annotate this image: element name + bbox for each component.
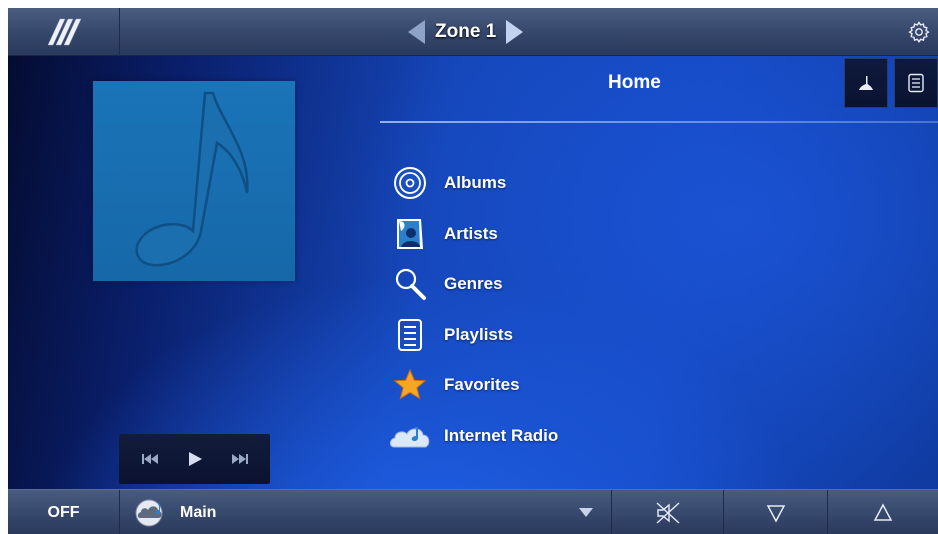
menu-item-internet-radio[interactable]: Internet Radio — [388, 411, 748, 462]
menu-label-internet-radio: Internet Radio — [444, 425, 559, 445]
queue-list-icon — [908, 73, 924, 93]
zone-selector: Zone 1 — [408, 8, 524, 56]
bottom-bar: OFF Main — [8, 489, 938, 534]
disc-icon — [388, 163, 432, 203]
source-selector[interactable]: Main — [120, 490, 612, 534]
browse-menu: Albums Artists Genres Playlists Favorite… — [388, 158, 748, 461]
menu-item-albums[interactable]: Albums — [388, 158, 748, 209]
album-art — [93, 81, 295, 281]
volume-down-button[interactable] — [724, 490, 828, 534]
volume-down-icon — [766, 504, 785, 523]
gear-icon — [908, 21, 930, 43]
mute-icon — [656, 501, 679, 524]
music-note-icon — [135, 91, 249, 267]
source-label: Main — [180, 503, 217, 521]
menu-item-artists[interactable]: Artists — [388, 209, 748, 260]
menu-label-favorites: Favorites — [444, 375, 520, 395]
star-icon — [388, 365, 432, 405]
app-window: Zone 1 Home Albums Artists Genres Playli… — [8, 8, 938, 534]
play-icon — [188, 452, 202, 466]
queue-button[interactable] — [894, 58, 938, 108]
mute-button[interactable] — [612, 490, 724, 534]
previous-icon — [141, 454, 158, 464]
menu-item-playlists[interactable]: Playlists — [388, 310, 748, 361]
menu-item-favorites[interactable]: Favorites — [388, 360, 748, 411]
artist-icon — [388, 214, 432, 254]
chevron-down-icon — [579, 508, 593, 517]
source-cloud-icon — [135, 499, 163, 526]
cloud-icon — [388, 416, 432, 456]
logo-button[interactable] — [8, 8, 120, 56]
next-icon — [231, 454, 248, 464]
now-playing-button[interactable] — [844, 58, 888, 108]
menu-label-albums: Albums — [444, 173, 507, 193]
menu-label-playlists: Playlists — [444, 324, 513, 344]
menu-label-artists: Artists — [444, 223, 498, 243]
menu-label-genres: Genres — [444, 274, 503, 294]
zone-label: Zone 1 — [435, 21, 497, 42]
previous-button[interactable] — [133, 444, 167, 474]
transport-controls — [119, 434, 270, 484]
volume-up-icon — [873, 502, 893, 521]
volume-up-button[interactable] — [828, 490, 938, 534]
triangle-left-icon[interactable] — [408, 20, 425, 44]
browser-title: Home — [608, 72, 661, 93]
menu-item-genres[interactable]: Genres — [388, 259, 748, 310]
settings-button[interactable] — [900, 12, 938, 52]
triangle-right-icon[interactable] — [506, 20, 524, 44]
magnifier-icon — [388, 264, 432, 304]
power-off-button[interactable]: OFF — [8, 490, 120, 534]
next-button[interactable] — [223, 444, 257, 474]
play-button[interactable] — [178, 444, 212, 474]
top-bar: Zone 1 — [8, 8, 938, 56]
header-divider — [380, 121, 938, 123]
logo-icon — [47, 18, 81, 46]
playlist-icon — [388, 315, 432, 355]
now-playing-icon — [859, 76, 873, 90]
